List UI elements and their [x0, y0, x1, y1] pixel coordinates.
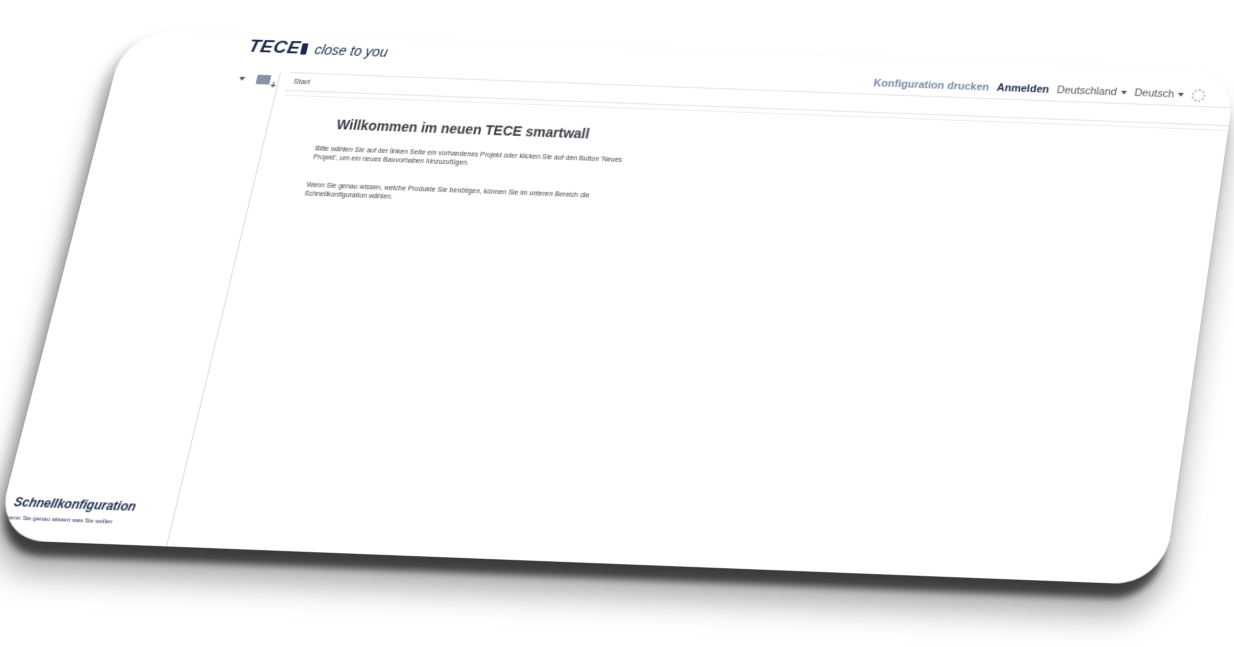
screenshot-stage: TECE close to you Konfiguration drucken … [0, 0, 1234, 647]
sidebar-dropdown-caret-icon[interactable] [238, 76, 246, 81]
print-configuration-link[interactable]: Konfiguration drucken [873, 78, 990, 94]
breadcrumb-start[interactable]: Start [293, 77, 312, 86]
main-content: Willkommen im neuen TECE smartwall Bitte… [176, 94, 1229, 586]
welcome-paragraph-2: Wenn Sie genau wissen, welche Produkte S… [303, 181, 591, 201]
app-window: TECE close to you Konfiguration drucken … [0, 30, 1234, 586]
quick-configuration-link[interactable]: Schnellkonfiguration [12, 495, 137, 514]
country-select[interactable]: Deutschland [1056, 85, 1128, 99]
welcome-paragraph-1: Bitte wählen Sie auf der linken Seite ei… [312, 145, 623, 167]
quick-configuration-subtitle: wenn Sie genau wissen was Sie wollen [5, 515, 114, 526]
sidebar-toolbar [238, 74, 272, 85]
brand-tagline: close to you [313, 41, 390, 60]
language-select-value: Deutsch [1133, 87, 1175, 101]
country-select-value: Deutschland [1055, 84, 1118, 99]
tece-logo[interactable]: TECE close to you [246, 37, 390, 63]
language-select[interactable]: Deutsch [1134, 87, 1185, 100]
login-link[interactable]: Anmelden [996, 82, 1050, 95]
brand-name: TECE [246, 36, 303, 59]
gear-icon[interactable] [1190, 88, 1207, 103]
new-project-folder-icon[interactable] [255, 74, 272, 85]
caret-down-icon [1120, 90, 1127, 95]
welcome-title: Willkommen im neuen TECE smartwall [334, 116, 591, 142]
caret-down-icon [1177, 92, 1185, 97]
